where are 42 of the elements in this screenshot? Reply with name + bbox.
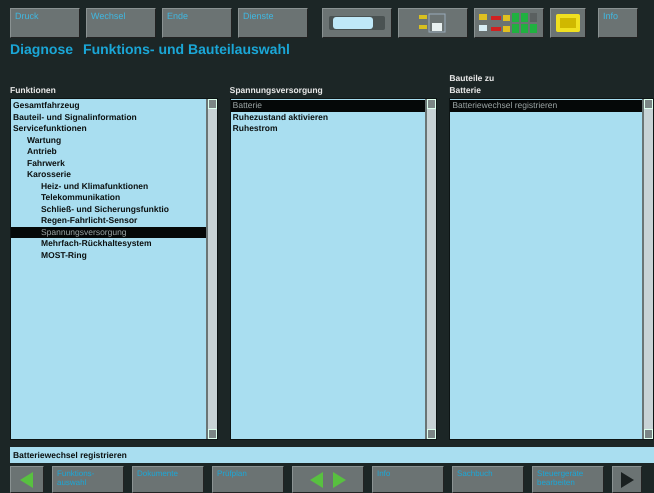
column-heading: Spannungsversorgung <box>230 84 324 96</box>
left-arrow-icon <box>310 472 324 488</box>
scroll-up-button[interactable] <box>644 99 654 109</box>
scroll-down-button[interactable] <box>427 429 436 439</box>
list-item[interactable]: Schließ- und Sicherungsfunktio <box>11 204 206 215</box>
list-item[interactable]: Telekommunikation <box>11 192 206 204</box>
left-arrow-icon <box>20 472 34 488</box>
back-forward-button[interactable] <box>292 466 364 493</box>
right-arrow-icon <box>620 472 634 488</box>
status-text: Batteriewechsel registrieren <box>13 450 127 460</box>
scroll-up-button[interactable] <box>427 99 436 109</box>
nav-button[interactable] <box>10 466 44 493</box>
nav-button[interactable] <box>612 466 642 493</box>
list-item[interactable]: Regen-Fahrlicht-Sensor <box>11 215 206 226</box>
list-item[interactable]: Ruhezustand aktivieren <box>230 112 426 123</box>
list-item[interactable]: Batterie <box>230 100 426 112</box>
column-heading: Bauteile zu <box>449 72 496 84</box>
battery-icon <box>329 16 385 30</box>
section-title: Diagnose <box>10 41 74 57</box>
status-lights-icon <box>479 12 539 34</box>
list-item[interactable]: Spannungsversorgung <box>11 226 206 238</box>
list-item[interactable]: Antrieb <box>11 146 206 158</box>
scrollbar[interactable] <box>642 99 654 439</box>
column-heading: Funktionen <box>10 84 57 96</box>
page-title: Funktions- und Bauteilauswahl <box>83 41 290 57</box>
list-item[interactable]: Gesamtfahrzeug <box>11 100 206 112</box>
list-item[interactable]: Karosserie <box>11 169 206 180</box>
right-arrow-icon <box>332 472 346 488</box>
list-item[interactable]: Servicefunktionen <box>11 123 206 134</box>
list-item[interactable]: Heiz- und Klimafunktionen <box>11 180 206 192</box>
scroll-down-button[interactable] <box>644 429 654 439</box>
list-item[interactable]: Wartung <box>11 134 206 146</box>
column-heading: Batterie <box>449 84 482 96</box>
list-item[interactable]: MOST-Ring <box>11 250 206 261</box>
scrollbar[interactable] <box>425 99 436 439</box>
list-item[interactable]: Bauteil- und Signalinformation <box>11 112 206 123</box>
connector-icon <box>418 13 448 33</box>
list-item[interactable]: Mehrfach-Rückhaltesystem <box>11 238 206 250</box>
list-item[interactable]: Ruhestrom <box>230 123 426 134</box>
list-item[interactable]: Batteriewechsel registrieren <box>450 100 642 112</box>
plug-icon <box>556 14 580 32</box>
list-item[interactable]: Fahrwerk <box>11 158 206 169</box>
